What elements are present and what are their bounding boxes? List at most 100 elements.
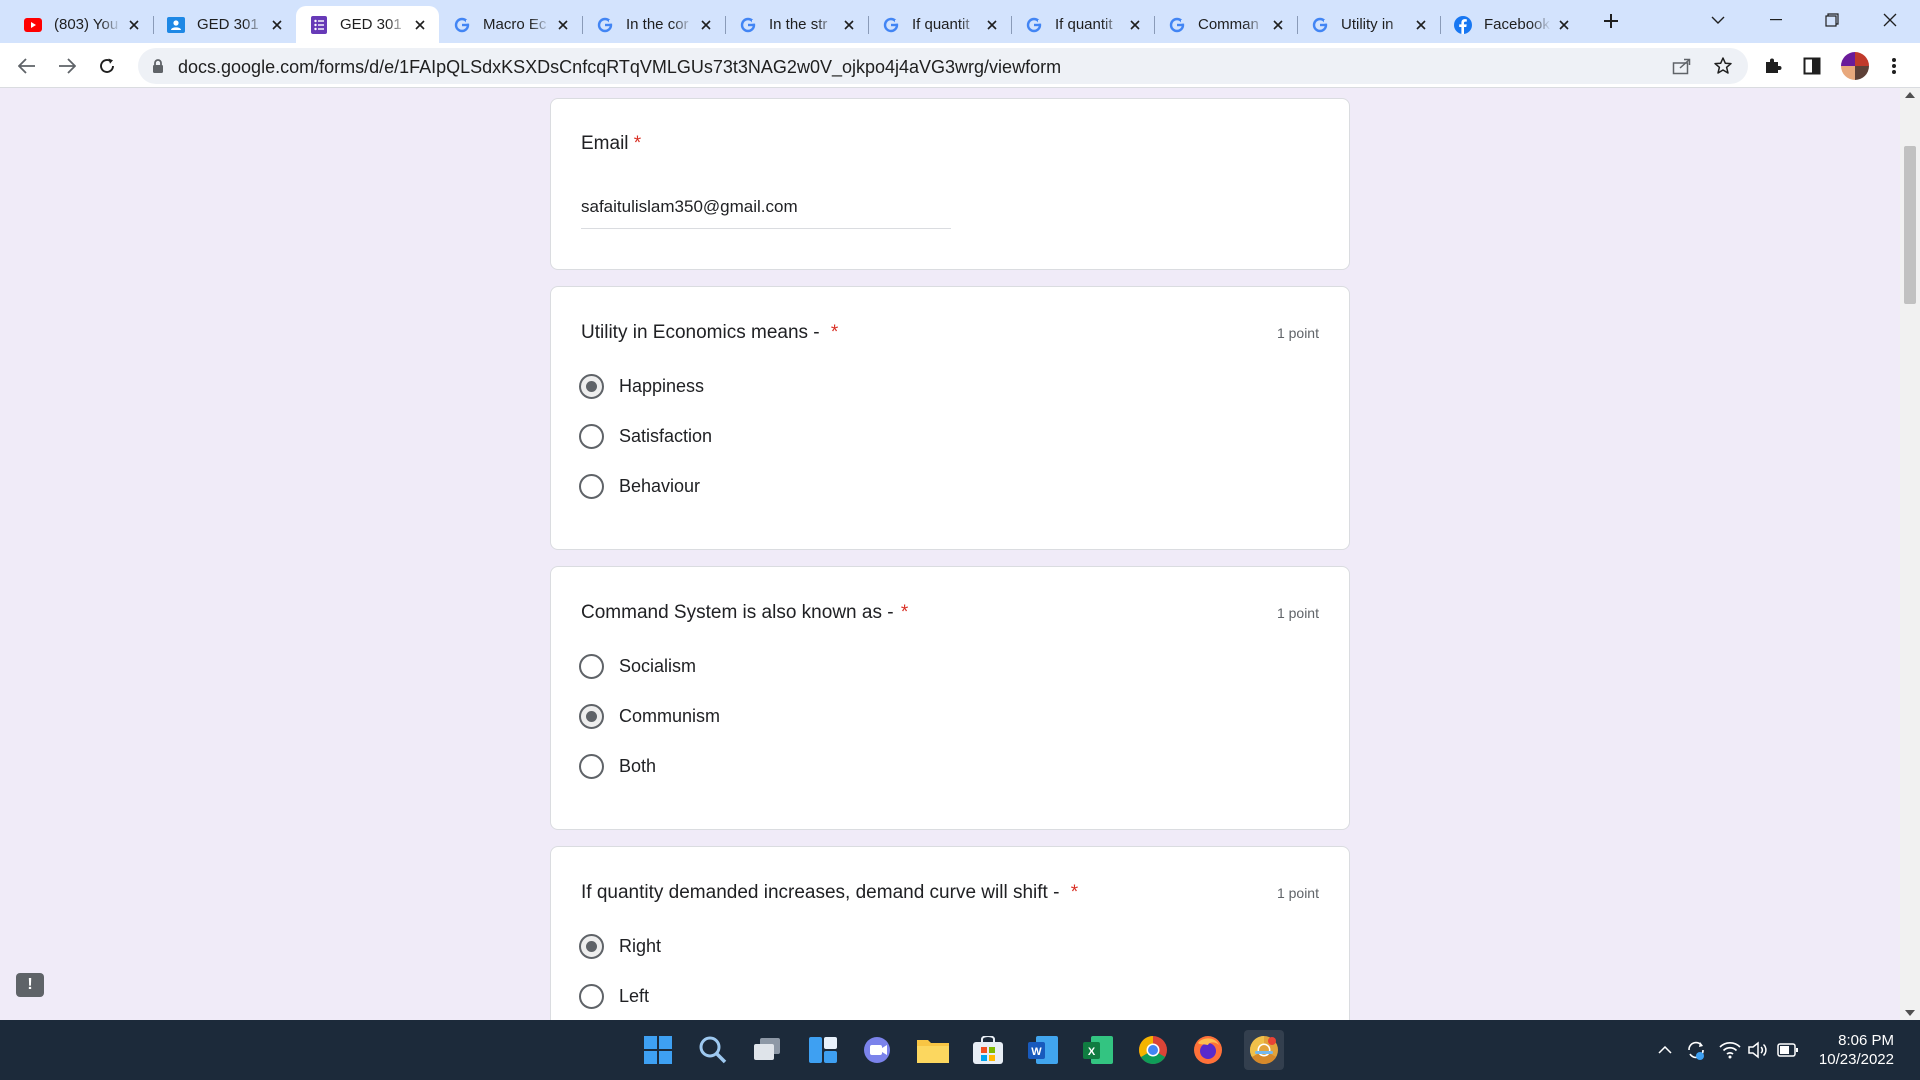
radio-button[interactable] bbox=[579, 653, 604, 679]
radio-button[interactable] bbox=[579, 983, 604, 1009]
tab-youtube[interactable]: (803) You bbox=[10, 6, 153, 43]
back-button[interactable] bbox=[12, 51, 42, 81]
tab-title: Utility in bbox=[1341, 16, 1394, 33]
question-title: If quantity demanded increases, demand c… bbox=[581, 882, 1078, 904]
radio-button-selected[interactable] bbox=[579, 373, 604, 399]
widgets-icon[interactable] bbox=[803, 1030, 843, 1070]
tab-google[interactable]: In the str bbox=[725, 6, 868, 43]
radio-option-left[interactable]: Left bbox=[579, 981, 649, 1011]
side-panel-icon bbox=[1803, 57, 1821, 75]
close-icon[interactable] bbox=[1126, 16, 1144, 34]
radio-button[interactable] bbox=[579, 753, 604, 779]
radio-option-right[interactable]: Right bbox=[579, 931, 661, 961]
tab-title: Comman bbox=[1198, 16, 1259, 33]
question-title: Utility in Economics means - * bbox=[581, 322, 838, 344]
radio-button-selected[interactable] bbox=[579, 933, 604, 959]
tab-google[interactable]: Macro Ec bbox=[439, 6, 582, 43]
youtube-icon bbox=[24, 16, 42, 34]
google-icon bbox=[882, 16, 900, 34]
forward-button[interactable] bbox=[52, 51, 82, 81]
close-icon[interactable] bbox=[125, 16, 143, 34]
tab-title: GED 301 bbox=[340, 16, 402, 33]
scroll-up-arrow-icon[interactable] bbox=[1905, 92, 1915, 98]
side-panel-button[interactable] bbox=[1797, 51, 1827, 81]
system-clock[interactable]: 8:06 PM 10/23/2022 bbox=[1819, 1031, 1894, 1069]
chrome-canary-icon[interactable] bbox=[1244, 1030, 1284, 1070]
question-title-text: Utility in Economics means - bbox=[581, 322, 820, 343]
tab-google[interactable]: In the cor bbox=[582, 6, 725, 43]
scroll-down-arrow-icon[interactable] bbox=[1905, 1010, 1915, 1016]
tab-forms-active[interactable]: GED 301 bbox=[296, 6, 439, 43]
close-window-button[interactable] bbox=[1862, 0, 1918, 40]
feedback-button[interactable]: ! bbox=[16, 973, 44, 997]
tab-google[interactable]: Comman bbox=[1154, 6, 1297, 43]
restore-button[interactable] bbox=[1804, 0, 1860, 40]
arrow-left-icon bbox=[18, 58, 35, 74]
radio-option-behaviour[interactable]: Behaviour bbox=[579, 471, 700, 501]
close-icon[interactable] bbox=[554, 16, 572, 34]
page-scrollbar[interactable] bbox=[1900, 88, 1920, 1020]
tab-google[interactable]: Utility in bbox=[1297, 6, 1440, 43]
teams-chat-icon[interactable] bbox=[858, 1030, 898, 1070]
close-icon[interactable] bbox=[983, 16, 1001, 34]
radio-option-happiness[interactable]: Happiness bbox=[579, 371, 704, 401]
start-icon[interactable] bbox=[638, 1030, 678, 1070]
close-icon[interactable] bbox=[268, 16, 286, 34]
tab-facebook[interactable]: Facebook bbox=[1440, 6, 1583, 43]
option-label: Communism bbox=[619, 705, 721, 726]
task-view-icon[interactable] bbox=[748, 1030, 788, 1070]
radio-option-both[interactable]: Both bbox=[579, 751, 656, 781]
close-icon[interactable] bbox=[1412, 16, 1430, 34]
close-icon[interactable] bbox=[1555, 16, 1573, 34]
volume-icon[interactable] bbox=[1746, 1038, 1770, 1062]
sync-icon[interactable] bbox=[1684, 1038, 1708, 1062]
feedback-icon: ! bbox=[27, 976, 33, 993]
firefox-icon[interactable] bbox=[1188, 1030, 1228, 1070]
minimize-button[interactable] bbox=[1748, 0, 1804, 40]
battery-icon[interactable] bbox=[1776, 1038, 1800, 1062]
close-icon[interactable] bbox=[697, 16, 715, 34]
microsoft-store-icon[interactable] bbox=[968, 1030, 1008, 1070]
file-explorer-icon[interactable] bbox=[913, 1030, 953, 1070]
google-icon bbox=[1311, 16, 1329, 34]
close-icon[interactable] bbox=[840, 16, 858, 34]
tab-title: If quantit bbox=[1055, 16, 1113, 33]
search-icon[interactable] bbox=[693, 1030, 733, 1070]
scrollbar-thumb[interactable] bbox=[1904, 146, 1916, 304]
tab-title: Facebook bbox=[1484, 16, 1550, 33]
radio-button-selected[interactable] bbox=[579, 703, 604, 729]
profile-avatar[interactable] bbox=[1841, 52, 1869, 80]
email-label: Email * bbox=[581, 133, 641, 155]
tab-list: (803) You GED 301 GED 301 Macro Ec In th… bbox=[10, 6, 1583, 43]
chrome-icon[interactable] bbox=[1133, 1030, 1173, 1070]
required-asterisk: * bbox=[900, 602, 909, 623]
word-icon[interactable]: W bbox=[1023, 1030, 1063, 1070]
radio-option-satisfaction[interactable]: Satisfaction bbox=[579, 421, 712, 451]
url-text: docs.google.com/forms/d/e/1FAIpQLSdxKSXD… bbox=[178, 57, 1062, 77]
radio-button[interactable] bbox=[579, 473, 604, 499]
radio-button[interactable] bbox=[579, 423, 604, 449]
reload-button[interactable] bbox=[92, 51, 122, 81]
tab-google[interactable]: If quantit bbox=[868, 6, 1011, 43]
tab-title: GED 301 bbox=[197, 16, 259, 33]
email-field[interactable]: safaitulislam350@gmail.com bbox=[581, 197, 951, 229]
tab-google[interactable]: If quantit bbox=[1011, 6, 1154, 43]
chrome-menu-button[interactable] bbox=[1879, 51, 1909, 81]
svg-text:W: W bbox=[1031, 1046, 1042, 1058]
close-icon[interactable] bbox=[1269, 16, 1287, 34]
wifi-icon[interactable] bbox=[1718, 1038, 1742, 1062]
close-icon[interactable] bbox=[411, 16, 429, 34]
tab-search-button[interactable] bbox=[1690, 0, 1746, 40]
radio-option-communism[interactable]: Communism bbox=[579, 701, 720, 731]
question-title-text: If quantity demanded increases, demand c… bbox=[581, 882, 1060, 903]
excel-icon[interactable]: X bbox=[1078, 1030, 1118, 1070]
extensions-button[interactable] bbox=[1758, 51, 1788, 81]
address-bar[interactable]: docs.google.com/forms/d/e/1FAIpQLSdxKSXD… bbox=[138, 48, 1748, 84]
clock-date: 10/23/2022 bbox=[1818, 1051, 1894, 1068]
share-icon[interactable] bbox=[1670, 54, 1694, 78]
tab-classroom[interactable]: GED 301 bbox=[153, 6, 296, 43]
new-tab-button[interactable] bbox=[1598, 8, 1624, 34]
radio-option-socialism[interactable]: Socialism bbox=[579, 651, 696, 681]
bookmark-star-icon[interactable] bbox=[1711, 54, 1735, 78]
chevron-up-icon[interactable] bbox=[1653, 1038, 1677, 1062]
